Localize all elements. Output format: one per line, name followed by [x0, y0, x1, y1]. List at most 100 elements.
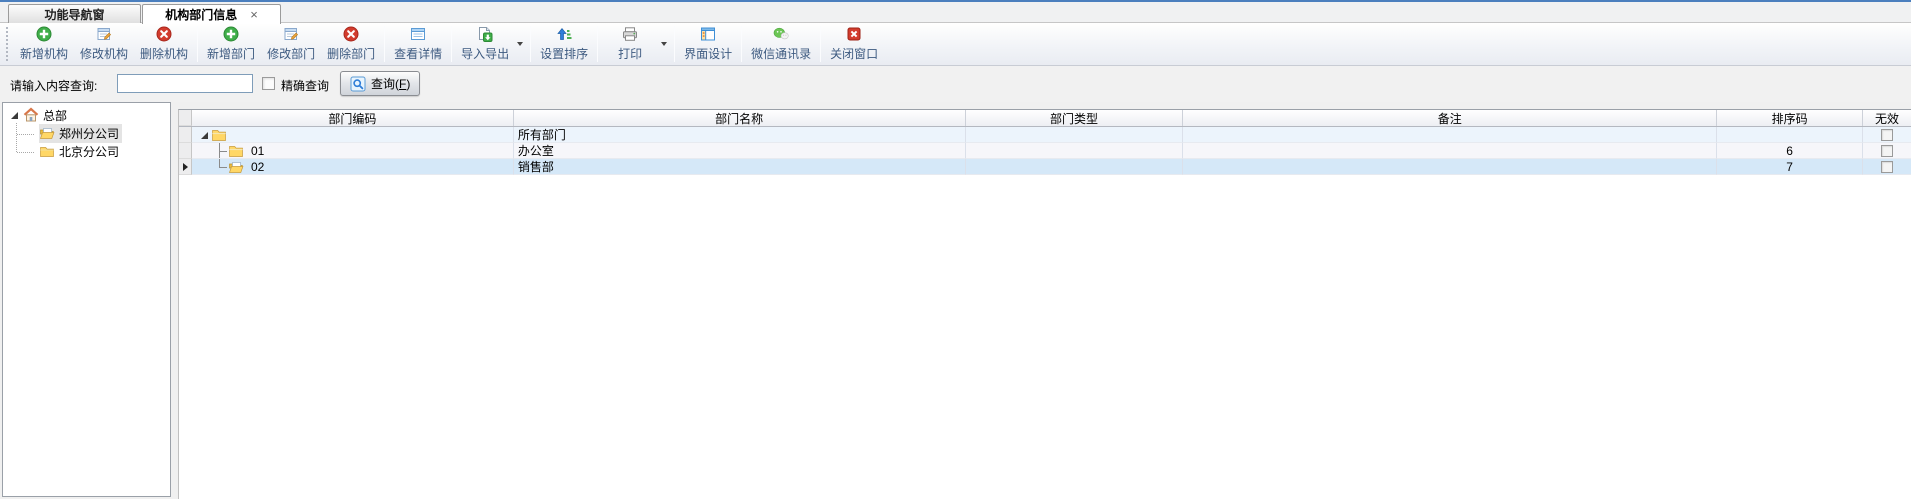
- set-sort-button[interactable]: 设置排序: [534, 24, 594, 64]
- invalid-checkbox[interactable]: [1881, 161, 1893, 173]
- precise-query-label[interactable]: 精确查询: [281, 77, 329, 94]
- print-button[interactable]: 打印: [601, 24, 659, 64]
- note-cell: [1183, 127, 1717, 143]
- add-dept-button[interactable]: 新增部门: [201, 24, 261, 64]
- row-indicator-cell: [179, 143, 192, 159]
- delete-icon: [343, 26, 359, 42]
- view-detail-button[interactable]: 查看详情: [388, 24, 448, 64]
- collapse-expander-icon[interactable]: [10, 111, 19, 120]
- tree-node-zhengzhou-branch[interactable]: 郑州分公司: [3, 124, 170, 142]
- tab-label: 机构部门信息: [165, 6, 237, 23]
- import-export-icon: [477, 26, 493, 42]
- folder-icon: [39, 143, 55, 159]
- tab-org-dept-info[interactable]: 机构部门信息 ×: [142, 4, 281, 24]
- detail-window-icon: [410, 26, 426, 42]
- toolbar-separator: [674, 26, 675, 62]
- invalid-checkbox[interactable]: [1881, 129, 1893, 141]
- close-window-icon: [846, 26, 862, 42]
- tab-bar: 功能导航窗 机构部门信息 ×: [0, 2, 1911, 23]
- query-label-pre: 查询(: [371, 77, 399, 91]
- column-header-note[interactable]: 备注: [1183, 110, 1717, 126]
- toolbar-button-label: 打印: [618, 45, 642, 62]
- delete-icon: [156, 26, 172, 42]
- row-indicator-header: [179, 110, 192, 126]
- delete-dept-button[interactable]: 删除部门: [321, 24, 381, 64]
- sort-code-cell: 7: [1717, 159, 1863, 175]
- tree-node-beijing-branch[interactable]: 北京分公司: [3, 142, 170, 160]
- open-folder-icon: [228, 159, 244, 175]
- tree-node-label: 总部: [43, 107, 67, 124]
- print-splitbutton: 打印: [601, 24, 671, 64]
- department-grid: 部门编码 部门名称 部门类型 备注 排序码 无效 所有部门: [178, 109, 1911, 499]
- edit-icon: [283, 26, 299, 42]
- toolbar-button-label: 关闭窗口: [830, 45, 878, 62]
- dept-type-cell: [966, 159, 1184, 175]
- toolbar-button-label: 界面设计: [684, 45, 732, 62]
- dept-type-cell: [966, 143, 1184, 159]
- sort-code-cell: [1717, 127, 1863, 143]
- toolbar-button-label: 修改机构: [80, 45, 128, 62]
- close-window-button[interactable]: 关闭窗口: [824, 24, 884, 64]
- column-header-dept-code[interactable]: 部门编码: [192, 110, 514, 126]
- toolbar-button-label: 新增机构: [20, 45, 68, 62]
- sort-ascending-icon: [556, 26, 572, 42]
- toolbar-button-label: 查看详情: [394, 45, 442, 62]
- toolbar-grip[interactable]: [6, 27, 10, 61]
- grid-row-sales-dept[interactable]: 02 销售部 7: [179, 159, 1911, 175]
- query-label-post: ): [406, 77, 410, 91]
- dept-name-cell: 销售部: [514, 159, 966, 175]
- dropdown-arrow-icon[interactable]: [661, 42, 667, 46]
- focused-row-arrow-icon: [182, 162, 189, 172]
- column-header-sort-code[interactable]: 排序码: [1717, 110, 1863, 126]
- query-button-label: 查询(F): [371, 75, 410, 92]
- home-icon: [23, 107, 39, 123]
- import-export-button[interactable]: 导入导出: [455, 24, 515, 64]
- import-export-splitbutton: 导入导出: [455, 24, 527, 64]
- delete-org-button[interactable]: 删除机构: [134, 24, 194, 64]
- org-tree-panel: 总部 郑州分公司 北京分公司: [2, 102, 171, 497]
- tree-node-label: 北京分公司: [59, 143, 119, 160]
- grid-tree-line: [219, 151, 227, 152]
- toolbar-button-label: 删除部门: [327, 45, 375, 62]
- toolbar-separator: [820, 26, 821, 62]
- dept-name-cell: 办公室: [514, 143, 966, 159]
- grid-row-office[interactable]: 01 办公室 6: [179, 143, 1911, 159]
- search-input[interactable]: [117, 74, 253, 93]
- dept-code-cell: [192, 127, 514, 143]
- grid-header-row: 部门编码 部门名称 部门类型 备注 排序码 无效: [179, 110, 1911, 127]
- precise-query-checkbox[interactable]: [262, 77, 275, 90]
- column-header-dept-type[interactable]: 部门类型: [966, 110, 1184, 126]
- panel-splitter[interactable]: [171, 102, 178, 497]
- add-icon: [223, 26, 239, 42]
- toolbar-separator: [451, 26, 452, 62]
- tree-node-headquarters[interactable]: 总部: [3, 106, 170, 124]
- toolbar-separator: [530, 26, 531, 62]
- wechat-contacts-button[interactable]: 微信通讯录: [745, 24, 817, 64]
- invalid-cell: [1863, 159, 1911, 175]
- invalid-checkbox[interactable]: [1881, 145, 1893, 157]
- dropdown-arrow-icon[interactable]: [517, 42, 523, 46]
- row-expander-icon[interactable]: [200, 131, 209, 140]
- ui-design-button[interactable]: 界面设计: [678, 24, 738, 64]
- add-org-button[interactable]: 新增机构: [14, 24, 74, 64]
- row-indicator-cell: [179, 127, 192, 143]
- toolbar-button-label: 删除机构: [140, 45, 188, 62]
- invalid-cell: [1863, 127, 1911, 143]
- column-header-dept-name[interactable]: 部门名称: [514, 110, 966, 126]
- toolbar-separator: [597, 26, 598, 62]
- app-window: 功能导航窗 机构部门信息 × 新增机构 修改机构 删除机构 新增部门 修改部门: [0, 0, 1911, 499]
- query-button[interactable]: 查询(F): [340, 71, 420, 96]
- tab-label: 功能导航窗: [44, 6, 104, 23]
- search-icon: [350, 76, 366, 92]
- edit-dept-button[interactable]: 修改部门: [261, 24, 321, 64]
- grid-row-all-departments[interactable]: 所有部门: [179, 127, 1911, 143]
- toolbar-separator: [384, 26, 385, 62]
- tab-close-icon[interactable]: ×: [250, 8, 258, 21]
- toolbar-button-label: 修改部门: [267, 45, 315, 62]
- edit-icon: [96, 26, 112, 42]
- dept-type-cell: [966, 127, 1184, 143]
- column-header-invalid[interactable]: 无效: [1863, 110, 1911, 126]
- edit-org-button[interactable]: 修改机构: [74, 24, 134, 64]
- tab-function-nav[interactable]: 功能导航窗: [8, 4, 141, 23]
- folder-icon: [228, 143, 244, 159]
